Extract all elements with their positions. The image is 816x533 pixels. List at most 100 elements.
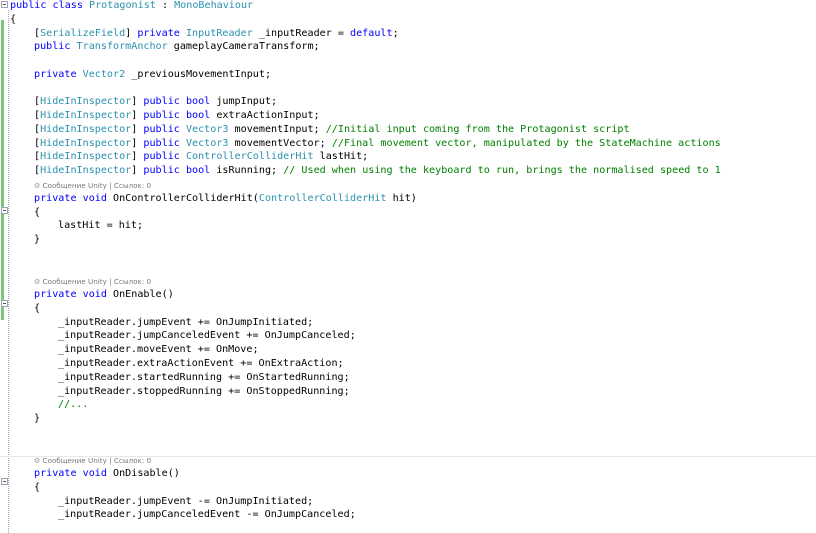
code-token: ControllerColliderHit xyxy=(258,192,387,204)
code-token: public xyxy=(143,137,180,149)
code-token: // Used when using the keyboard to run, … xyxy=(283,165,721,177)
code-token: OnControllerColliderHit( xyxy=(106,192,259,204)
code-token: TransformAnchor xyxy=(76,41,168,53)
code-token: lastHit = hit; xyxy=(58,220,144,232)
code-token: void xyxy=(82,468,107,480)
code-line[interactable]: } xyxy=(34,233,40,247)
code-token: _previousMovementInput; xyxy=(125,68,272,80)
code-token: _inputReader.jumpCanceledEvent -= OnJump… xyxy=(58,509,356,521)
code-token: { xyxy=(34,481,41,493)
code-line[interactable]: _inputReader.jumpEvent -= OnJumpInitiate… xyxy=(58,495,313,509)
code-line[interactable]: [HideInInspector] public bool isRunning;… xyxy=(34,164,721,178)
code-line[interactable]: private void OnEnable() xyxy=(34,288,174,302)
code-line[interactable]: _inputReader.extraActionEvent += OnExtra… xyxy=(58,357,344,371)
code-token: ; xyxy=(392,27,399,39)
code-token: HideInInspector xyxy=(40,137,132,149)
codelens-references[interactable]: ⚙ Сообщение Unity | Ссылок: 0 xyxy=(34,455,151,467)
code-line[interactable]: [HideInInspector] public bool extraActio… xyxy=(34,109,320,123)
fold-toggle-class[interactable] xyxy=(1,1,8,8)
code-line[interactable]: [HideInInspector] public ControllerColli… xyxy=(34,150,368,164)
code-token: { xyxy=(10,13,17,25)
codelens-text: Сообщение Unity | Ссылок: 0 xyxy=(42,276,152,286)
code-line[interactable]: _inputReader.jumpCanceledEvent -= OnJump… xyxy=(58,508,356,522)
code-token: : xyxy=(155,0,175,11)
code-token: //Final movement vector, manipulated by … xyxy=(331,137,721,149)
code-token: _inputReader.startedRunning += OnStarted… xyxy=(58,371,350,383)
code-token: Vector3 xyxy=(185,123,229,135)
code-token: //... xyxy=(58,399,89,411)
code-line[interactable]: //... xyxy=(58,398,88,412)
codelens-text: Сообщение Unity | Ссылок: 0 xyxy=(42,180,152,190)
code-token: ] xyxy=(131,165,144,177)
code-token: hit) xyxy=(386,192,417,204)
codelens-references[interactable]: ⚙ Сообщение Unity | Ссылок: 0 xyxy=(34,276,151,288)
code-token: lastHit; xyxy=(313,151,369,163)
code-token: _inputReader.extraActionEvent += OnExtra… xyxy=(58,358,344,370)
change-bar xyxy=(1,20,4,320)
code-token: public xyxy=(34,41,71,53)
code-token: ] xyxy=(131,123,144,135)
code-line[interactable]: public TransformAnchor gameplayCameraTra… xyxy=(34,40,320,54)
code-token: gameplayCameraTransform; xyxy=(167,41,320,53)
code-token: { xyxy=(34,206,41,218)
code-token: HideInInspector xyxy=(40,110,132,122)
code-line[interactable]: { xyxy=(34,302,40,316)
fold-toggle-method-disable[interactable] xyxy=(1,478,8,485)
code-line[interactable]: _inputReader.jumpEvent += OnJumpInitiate… xyxy=(58,316,313,330)
codelens-text: Сообщение Unity | Ссылок: 0 xyxy=(42,455,152,465)
code-token: private xyxy=(137,27,180,39)
code-token: public xyxy=(143,165,180,177)
code-token: HideInInspector xyxy=(40,151,132,163)
code-token: _inputReader.stoppedRunning += OnStopped… xyxy=(58,385,350,397)
code-line[interactable]: } xyxy=(34,412,40,426)
code-token: HideInInspector xyxy=(40,96,132,108)
code-token: public xyxy=(10,0,47,11)
code-token: _inputReader.jumpEvent += OnJumpInitiate… xyxy=(58,316,314,328)
code-token: MonoBehaviour xyxy=(174,0,254,11)
code-line[interactable]: { xyxy=(34,481,40,495)
code-token: bool xyxy=(185,110,211,122)
code-token: public xyxy=(143,151,180,163)
code-line[interactable]: private void OnDisable() xyxy=(34,467,180,481)
code-line[interactable]: _inputReader.startedRunning += OnStarted… xyxy=(58,371,350,385)
code-line[interactable]: [HideInInspector] public Vector3 movemen… xyxy=(34,123,630,137)
code-line[interactable]: private Vector2 _previousMovementInput; xyxy=(34,68,271,82)
code-token: HideInInspector xyxy=(40,165,132,177)
fold-toggle-method-enable[interactable] xyxy=(1,300,8,307)
code-line[interactable]: private void OnControllerColliderHit(Con… xyxy=(34,192,417,206)
code-line[interactable]: public class Protagonist : MonoBehaviour xyxy=(10,0,253,13)
code-editor[interactable]: public class Protagonist : MonoBehaviour… xyxy=(0,0,816,533)
code-line[interactable]: [HideInInspector] public Vector3 movemen… xyxy=(34,137,721,151)
code-token: ] xyxy=(131,110,144,122)
code-line[interactable]: [SerializeField] private InputReader _in… xyxy=(34,27,399,41)
code-token: _inputReader.jumpCanceledEvent += OnJump… xyxy=(58,330,356,342)
code-token: _inputReader = xyxy=(252,27,351,39)
code-line[interactable]: { xyxy=(34,206,40,220)
code-line[interactable]: [HideInInspector] public bool jumpInput; xyxy=(34,95,277,109)
code-token: public xyxy=(143,96,180,108)
fold-toggle-method-collider[interactable] xyxy=(1,207,8,214)
code-line[interactable]: _inputReader.stoppedRunning += OnStopped… xyxy=(58,385,350,399)
code-token: OnDisable() xyxy=(106,468,180,480)
code-token: bool xyxy=(185,96,211,108)
code-token: { xyxy=(34,302,41,314)
code-token: ] xyxy=(131,96,144,108)
code-token: SerializeField xyxy=(40,27,126,39)
codelens-references[interactable]: ⚙ Сообщение Unity | Ссылок: 0 xyxy=(34,180,151,192)
code-token: _inputReader.jumpEvent -= OnJumpInitiate… xyxy=(58,495,314,507)
code-line[interactable]: { xyxy=(10,13,16,27)
code-token: HideInInspector xyxy=(40,123,132,135)
code-token: private xyxy=(34,468,77,480)
code-line[interactable]: _inputReader.moveEvent += OnMove; xyxy=(58,343,259,357)
code-token: //Initial input coming from the Protagon… xyxy=(325,123,630,135)
code-token: void xyxy=(82,192,107,204)
code-line[interactable]: lastHit = hit; xyxy=(58,219,143,233)
code-token: } xyxy=(34,413,41,425)
code-token: class xyxy=(52,0,83,11)
code-line[interactable]: _inputReader.jumpCanceledEvent += OnJump… xyxy=(58,329,356,343)
code-token: private xyxy=(34,289,77,301)
fold-guide xyxy=(8,10,9,533)
code-token: isRunning; xyxy=(210,165,284,177)
code-token: Vector2 xyxy=(82,68,126,80)
code-token: private xyxy=(34,192,77,204)
